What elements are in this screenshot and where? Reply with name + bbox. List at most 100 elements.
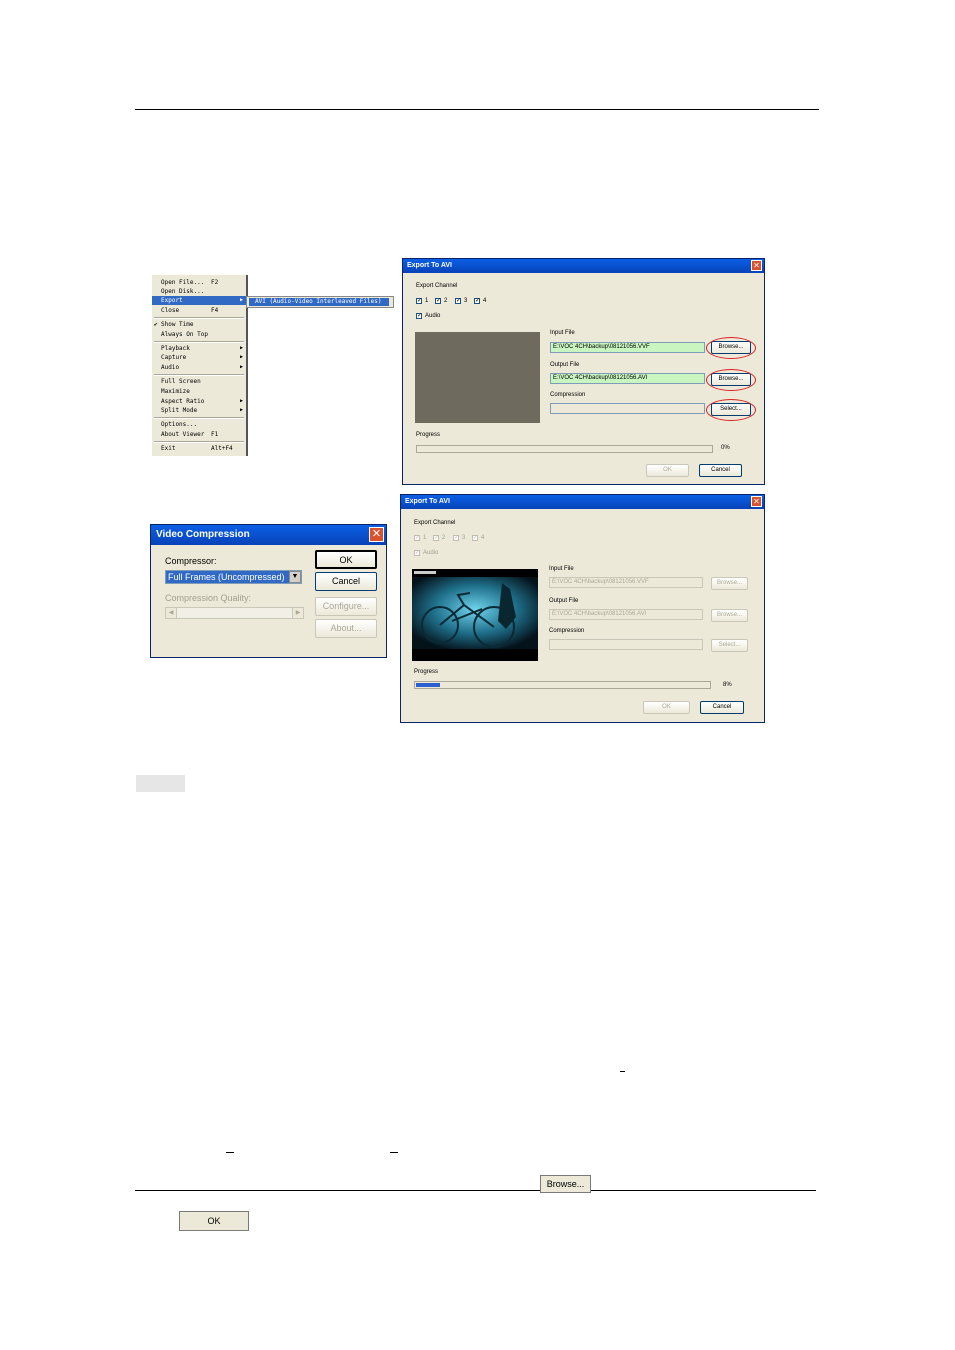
menu-item-export[interactable]: Export ▶ <box>152 296 246 305</box>
input-file-field[interactable]: E:\VOC 4CH\backup\08121056.VVF <box>550 342 705 353</box>
output-browse-button[interactable]: Browse... <box>711 609 748 622</box>
highlighted-block <box>136 775 185 792</box>
video-compression-dialog: Video Compression ✕ Compressor: Full Fra… <box>150 524 387 658</box>
cancel-button[interactable]: Cancel <box>699 464 742 477</box>
menu-item-split-mode[interactable]: Split Mode ▶ <box>152 406 246 415</box>
progress-label: Progress <box>416 432 441 438</box>
underline-mark <box>226 1152 234 1153</box>
progress-fill <box>416 683 440 687</box>
channel-label: 1 <box>423 535 427 541</box>
channel-3-checkbox[interactable]: ✓ <box>455 298 461 304</box>
menu-item-about-viewer[interactable]: About Viewer F1 <box>152 430 246 439</box>
progress-label: Progress <box>414 669 439 675</box>
menu-item-label: Export <box>161 297 183 304</box>
menu-item-full-screen[interactable]: Full Screen <box>152 377 246 386</box>
underline-mark <box>620 1071 625 1072</box>
menu-separator <box>154 341 244 343</box>
submenu-arrow-icon: ▶ <box>239 407 243 413</box>
context-menu: Open File... F2 Open Disk... Export ▶ Clos… <box>152 275 248 456</box>
menu-item-label: Audio <box>161 364 180 371</box>
menu-item-options[interactable]: Options... <box>152 420 246 429</box>
output-file-label: Output File <box>549 598 579 604</box>
quality-slider[interactable]: ◀ ▶ <box>165 607 304 619</box>
channel-label: 1 <box>425 298 429 304</box>
channel-2-checkbox[interactable]: ✓ <box>435 298 441 304</box>
channel-1-checkbox[interactable]: ✓ <box>416 298 422 304</box>
checkmark-icon: ✔ <box>154 321 158 328</box>
menu-item-maximize[interactable]: Maximize <box>152 387 246 396</box>
close-icon[interactable]: ✕ <box>369 527 384 542</box>
configure-button[interactable]: Configure... <box>315 597 377 616</box>
submenu-item-avi[interactable]: AVI (Audio-Video Interleaved Files) <box>249 298 389 306</box>
menu-item-label: Maximize <box>161 388 190 395</box>
underline-mark <box>390 1152 398 1153</box>
cancel-button[interactable]: Cancel <box>700 701 744 714</box>
channel-2-checkbox[interactable]: ✓ <box>433 535 439 541</box>
output-file-field[interactable]: E:\VOC 4CH\backup\08121056.AVI <box>549 609 703 620</box>
compressor-label: Compressor: <box>165 556 217 566</box>
channel-label: 2 <box>442 535 446 541</box>
dialog-titlebar: Export To AVI <box>403 259 764 273</box>
menu-separator <box>154 374 244 376</box>
arrow-left-icon[interactable]: ◀ <box>166 608 177 618</box>
channel-label: 4 <box>483 298 487 304</box>
menu-item-show-time[interactable]: ✔ Show Time <box>152 320 246 329</box>
ok-button[interactable]: OK <box>643 701 690 714</box>
compression-field[interactable] <box>550 403 705 414</box>
menu-item-playback[interactable]: Playback ▶ <box>152 344 246 353</box>
ok-button[interactable]: OK <box>646 464 689 477</box>
menu-item-audio[interactable]: Audio ▶ <box>152 363 246 372</box>
menu-item-label: Close <box>161 307 180 314</box>
quality-label: Compression Quality: <box>165 593 252 603</box>
input-file-label: Input File <box>549 566 574 572</box>
inline-browse-button[interactable]: Browse... <box>540 1175 591 1193</box>
menu-separator <box>154 441 244 443</box>
output-file-field[interactable]: E:\VOC 4CH\backup\08121056.AVI <box>550 373 705 384</box>
channel-4-checkbox[interactable]: ✓ <box>474 298 480 304</box>
input-file-field[interactable]: E:\VOC 4CH\backup\08121056.VVF <box>549 577 703 588</box>
dialog-titlebar: Export To AVI <box>401 495 764 509</box>
menu-item-label: Always On Top <box>161 331 208 338</box>
menu-item-label: Aspect Ratio <box>161 398 205 405</box>
menu-item-aspect-ratio[interactable]: Aspect Ratio ▶ <box>152 397 246 406</box>
highlight-oval <box>706 399 756 421</box>
menu-item-always-on-top[interactable]: Always On Top <box>152 330 246 339</box>
channel-label: 3 <box>462 535 466 541</box>
compressor-select[interactable]: Full Frames (Uncompressed) <box>165 570 302 584</box>
video-frame <box>412 569 538 661</box>
menu-item-accel: F2 <box>211 279 219 286</box>
channel-1-checkbox[interactable]: ✓ <box>414 535 420 541</box>
audio-checkbox[interactable]: ✓ <box>414 550 420 556</box>
close-icon[interactable]: ✕ <box>751 496 762 507</box>
menu-item-open-file[interactable]: Open File... F2 <box>152 278 246 287</box>
compression-label: Compression <box>549 628 585 634</box>
menu-item-label: Show Time <box>161 321 194 328</box>
dialog-titlebar: Video Compression <box>151 525 386 545</box>
menu-item-capture[interactable]: Capture ▶ <box>152 353 246 362</box>
video-preview <box>415 332 540 423</box>
menu-item-open-disk[interactable]: Open Disk... <box>152 287 246 296</box>
menu-separator <box>154 417 244 419</box>
chevron-down-icon[interactable]: ▼ <box>289 571 301 583</box>
header-rule <box>135 109 819 110</box>
audio-checkbox[interactable]: ✓ <box>416 313 422 319</box>
close-icon[interactable]: ✕ <box>751 260 762 271</box>
about-button[interactable]: About... <box>315 619 377 638</box>
cancel-button[interactable]: Cancel <box>315 572 377 591</box>
highlight-oval <box>706 369 756 391</box>
menu-item-label: Open File... <box>161 279 205 286</box>
arrow-right-icon[interactable]: ▶ <box>292 608 303 618</box>
channel-4-checkbox[interactable]: ✓ <box>472 535 478 541</box>
channel-3-checkbox[interactable]: ✓ <box>453 535 459 541</box>
progress-percent: 0% <box>721 445 730 451</box>
compression-field[interactable] <box>549 639 703 650</box>
inline-ok-button[interactable]: OK <box>179 1211 249 1231</box>
compression-select-button[interactable]: Select... <box>711 639 748 652</box>
menu-item-close[interactable]: Close F4 <box>152 306 246 315</box>
menu-item-exit[interactable]: Exit Alt+F4 <box>152 444 246 453</box>
input-browse-button[interactable]: Browse... <box>711 577 748 590</box>
menu-item-label: Split Mode <box>161 407 198 414</box>
ok-button[interactable]: OK <box>315 550 377 569</box>
menu-item-label: About Viewer <box>161 431 205 438</box>
submenu-arrow-icon: ▶ <box>239 297 243 303</box>
